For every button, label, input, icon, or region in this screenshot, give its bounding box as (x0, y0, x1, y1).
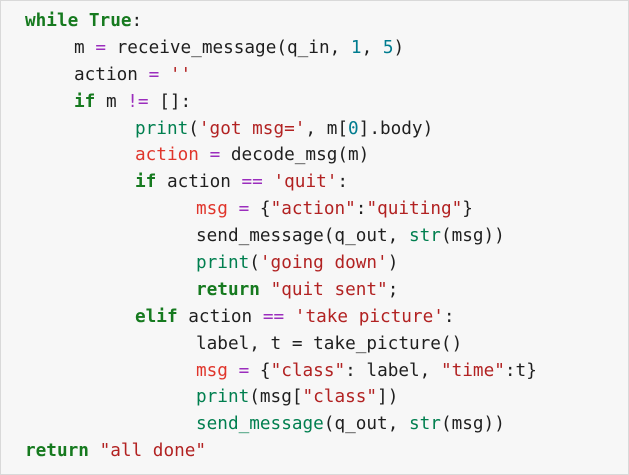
code-line-1: while True: (25, 8, 537, 35)
dict-colon: : (355, 199, 367, 220)
all-done-string: "all done" (99, 441, 207, 462)
m-variable: m (105, 91, 117, 112)
equality-operator: == (262, 306, 285, 327)
receive-close-paren: ) (393, 37, 405, 58)
dict-open-brace: { (259, 360, 271, 381)
time-value-pair: :t (504, 360, 527, 381)
quiting-value-string: "quiting" (366, 199, 463, 220)
msg-variable: msg (196, 199, 228, 220)
index-zero: 0 (348, 118, 359, 139)
take-picture-assignment: label, t = take_picture() (196, 333, 463, 354)
dict-close-brace: } (526, 360, 537, 381)
class-label-pair: : label, (345, 360, 441, 381)
code-line-5: print('got msg=', m[0].body) (25, 116, 537, 143)
while-keyword: while (25, 11, 79, 31)
equality-operator: == (241, 172, 263, 193)
assignment-operator: = (148, 64, 160, 85)
m-variable: m (74, 37, 85, 58)
receive-arg-5: 5 (382, 37, 394, 58)
action-variable: action (74, 64, 138, 85)
assignment-operator: = (95, 37, 106, 58)
receive-arg-1: 1 (350, 37, 362, 58)
going-down-string: 'going down' (259, 253, 388, 274)
print-open-paren: ( (188, 118, 199, 139)
action-variable: action (188, 306, 253, 327)
time-key-string: "time" (440, 360, 505, 381)
true-keyword: True (88, 11, 132, 31)
print-close-paren: ) (387, 253, 399, 274)
msg-variable: msg (196, 360, 228, 381)
code-line-15: print(msg["class"]) (25, 384, 537, 411)
take-picture-string: 'take picture' (294, 306, 444, 327)
code-line-17: return "all done" (25, 438, 537, 465)
code-line-10: print('going down') (25, 250, 537, 277)
return-semicolon: ; (387, 279, 399, 300)
decode-msg-call: decode_msg(m) (230, 145, 370, 166)
code-line-9: send_message(q_out, str(msg)) (25, 223, 537, 250)
class-key-string: "class" (270, 360, 346, 381)
send-message-args-close: (msg)) (440, 226, 505, 247)
send-message-function: send_message (196, 414, 324, 435)
code-line-8: msg = {"action":"quiting"} (25, 196, 537, 223)
code-line-6: action = decode_msg(m) (25, 142, 537, 169)
if-keyword: if (74, 91, 96, 112)
while-colon: : (131, 11, 143, 31)
code-line-12: elif action == 'take picture': (25, 304, 537, 331)
print-function: print (196, 253, 250, 274)
print-function: print (196, 387, 250, 408)
got-msg-string: 'got msg=' (198, 118, 306, 139)
message-body-access: ].body) (358, 118, 434, 139)
elif-keyword: elif (135, 306, 178, 327)
action-assignment-target: action (135, 145, 199, 166)
action-variable: action (166, 172, 231, 193)
python-code-block: while True: m = receive_message(q_in, 1, … (25, 8, 537, 465)
code-line-4: if m != []: (25, 89, 537, 116)
empty-list-condition: []: (159, 91, 192, 112)
assignment-operator: = (209, 145, 221, 166)
empty-string-literal: '' (169, 64, 192, 85)
if-colon: : (337, 172, 349, 193)
action-key-string: "action" (270, 199, 356, 220)
str-function: str (408, 226, 441, 247)
code-line-2: m = receive_message(q_in, 1, 5) (25, 35, 537, 62)
str-function: str (409, 414, 441, 435)
message-index-close: ]) (377, 387, 399, 408)
quit-string: 'quit' (273, 172, 338, 193)
send-message-call: send_message(q_out, (196, 226, 409, 247)
not-equal-operator: != (127, 91, 149, 112)
code-line-13: label, t = take_picture() (25, 331, 537, 358)
return-keyword: return (196, 279, 260, 300)
send-message-args-start: (q_out, (323, 414, 409, 435)
assignment-operator: = (238, 199, 250, 220)
code-line-7: if action == 'quit': (25, 169, 537, 196)
message-index-open: (msg[ (249, 387, 303, 408)
assignment-operator: = (238, 360, 250, 381)
receive-message-call: receive_message(q_in, (116, 37, 351, 58)
send-message-args-close: (msg)) (440, 414, 505, 435)
elif-colon: : (443, 306, 455, 327)
code-line-16: send_message(q_out, str(msg)) (25, 411, 537, 438)
print-function: print (135, 118, 189, 139)
return-keyword: return (25, 441, 89, 462)
class-index-string: "class" (302, 387, 378, 408)
quit-sent-string: "quit sent" (270, 279, 388, 300)
code-frame: while True: m = receive_message(q_in, 1, … (0, 0, 629, 475)
print-open-paren: ( (249, 253, 260, 274)
code-line-14: msg = {"class": label, "time":t} (25, 358, 537, 385)
code-line-3: action = '' (25, 62, 537, 89)
if-keyword: if (135, 172, 157, 193)
print-argument-separator: , m[ (305, 118, 349, 139)
dict-open-brace: { (259, 199, 271, 220)
dict-close-brace: } (462, 199, 473, 220)
receive-arg-separator: , (361, 37, 383, 58)
code-line-11: return "quit sent"; (25, 277, 537, 304)
